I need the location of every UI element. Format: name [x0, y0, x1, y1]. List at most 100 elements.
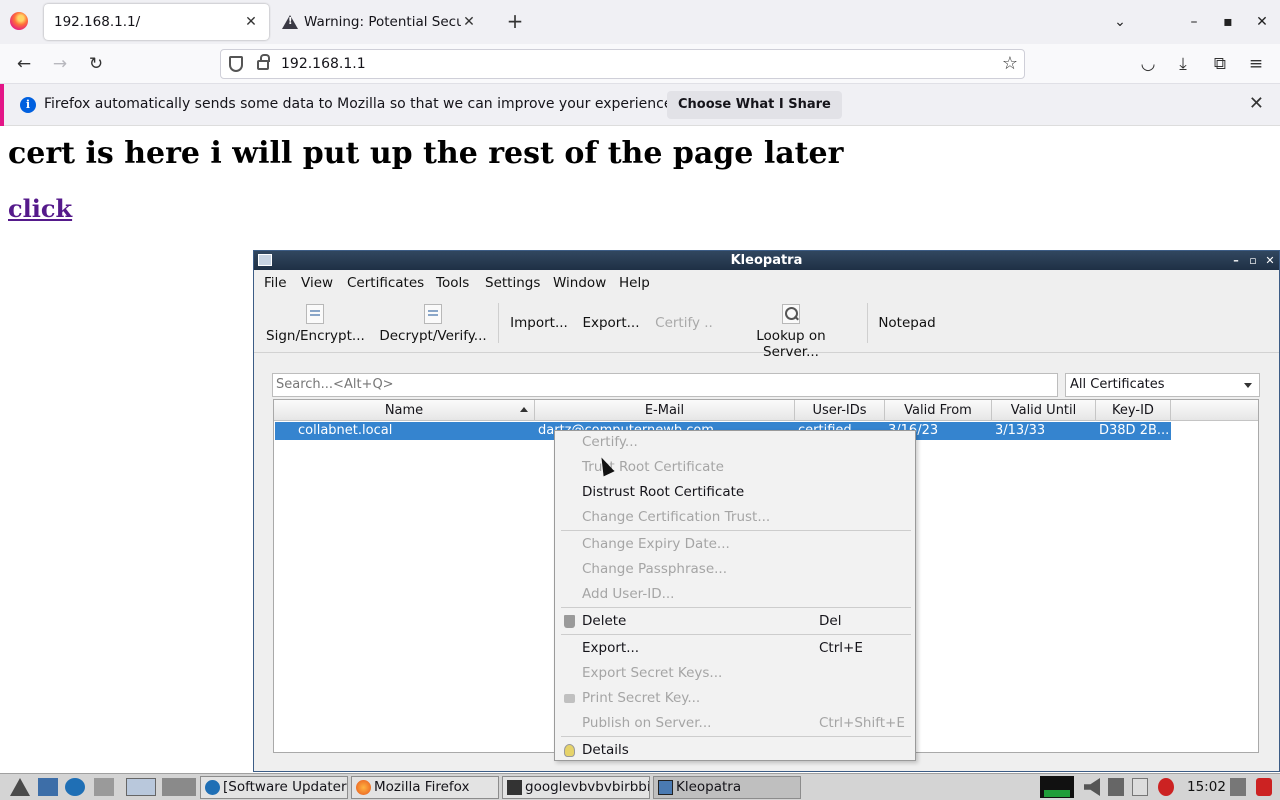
menu-bar: File View Certificates Tools Settings Wi… — [254, 271, 1279, 295]
column-header-key-id[interactable]: Key-ID — [1096, 400, 1171, 421]
menu-item-certify[interactable]: Certify... — [555, 430, 915, 455]
menu-file[interactable]: File — [264, 275, 287, 291]
menu-item-shortcut: Del — [819, 613, 842, 629]
power-icon[interactable] — [1256, 778, 1272, 796]
task-mozilla-firefox[interactable]: Mozilla Firefox — [351, 776, 499, 799]
menu-item-print-secret-key[interactable]: Print Secret Key... — [555, 686, 915, 711]
notification-close-icon[interactable]: ✕ — [1249, 93, 1264, 114]
menu-separator — [561, 736, 911, 737]
tab-192-168-1-1[interactable]: 192.168.1.1/ ✕ — [44, 4, 269, 40]
downloads-icon[interactable]: ⤓ — [1171, 52, 1195, 76]
tab-close-icon[interactable]: ✕ — [243, 14, 259, 30]
workspace-2-icon[interactable] — [162, 778, 196, 796]
notepad-button[interactable]: Notepad — [878, 295, 936, 351]
column-header-email[interactable]: E-Mail — [535, 400, 795, 421]
menu-item-shortcut: Ctrl+Shift+E — [819, 715, 905, 731]
back-button[interactable]: ← — [12, 52, 36, 76]
decrypt-verify-icon — [424, 304, 442, 324]
column-header-name[interactable]: Name — [274, 400, 535, 421]
forward-button[interactable]: → — [48, 52, 72, 76]
maximize-icon[interactable]: ▫ — [1246, 251, 1260, 270]
menu-view[interactable]: View — [301, 275, 333, 291]
tab-security-warning[interactable]: Warning: Potential Security Risk Ahead ✕ — [272, 4, 487, 40]
workspace-1-icon[interactable] — [126, 778, 156, 796]
list-all-tabs-icon[interactable]: ⌄ — [1108, 10, 1132, 34]
column-header-valid-until[interactable]: Valid Until — [992, 400, 1096, 421]
url-bar[interactable]: 192.168.1.1 ☆ — [220, 49, 1025, 79]
menu-certificates[interactable]: Certificates — [347, 275, 424, 291]
file-manager-icon[interactable] — [94, 778, 114, 796]
menu-settings[interactable]: Settings — [485, 275, 540, 291]
menu-help[interactable]: Help — [619, 275, 650, 291]
clipboard-icon[interactable] — [1132, 778, 1148, 796]
menu-item-change-certification-trust[interactable]: Change Certification Trust... — [555, 505, 915, 530]
menu-item-change-passphrase[interactable]: Change Passphrase... — [555, 557, 915, 582]
menu-item-distrust-root-certificate[interactable]: Distrust Root Certificate — [555, 480, 915, 505]
maximize-icon[interactable]: ▪ — [1216, 10, 1240, 34]
menu-window[interactable]: Window — [553, 275, 606, 291]
menu-item-export[interactable]: Export... Ctrl+E — [555, 636, 915, 661]
volume-icon[interactable] — [1084, 778, 1100, 796]
browser-launcher-icon[interactable] — [65, 778, 85, 796]
firefox-icon — [356, 780, 371, 795]
menu-item-change-expiry-date[interactable]: Change Expiry Date... — [555, 532, 915, 557]
lookup-label: Lookup on Server... — [756, 328, 826, 360]
menu-tools[interactable]: Tools — [436, 275, 469, 291]
lightbulb-icon — [564, 744, 575, 757]
column-header-valid-from[interactable]: Valid From — [885, 400, 992, 421]
menu-item-add-user-id[interactable]: Add User-ID... — [555, 582, 915, 607]
software-updater-icon — [205, 780, 220, 795]
close-window-icon[interactable]: ✕ — [1250, 10, 1274, 34]
menu-item-label: Export... — [582, 640, 640, 656]
cell-name: collabnet.local — [298, 423, 393, 438]
choose-what-i-share-button[interactable]: Choose What I Share — [667, 91, 842, 119]
column-label: Name — [384, 403, 424, 418]
certify-button[interactable]: Certify .. — [654, 295, 714, 351]
printer-icon — [564, 694, 575, 703]
task-terminal[interactable]: googlevbvbvbirbbirbbirb — [502, 776, 650, 799]
menu-item-label: Change Expiry Date... — [582, 536, 730, 552]
reload-button[interactable]: ↻ — [84, 52, 108, 76]
app-menu-icon[interactable]: ≡ — [1244, 52, 1268, 76]
minimize-icon[interactable]: – — [1229, 251, 1243, 270]
menu-item-label: Certify... — [582, 434, 638, 450]
kleopatra-title-bar[interactable]: Kleopatra – ▫ ✕ — [254, 251, 1279, 270]
cell-valid-until: 3/13/33 — [995, 423, 1046, 438]
new-tab-button[interactable]: + — [504, 9, 526, 33]
clock[interactable]: 15:02 — [1187, 779, 1226, 795]
update-notifier-icon[interactable] — [1158, 778, 1174, 796]
menu-item-details[interactable]: Details — [555, 738, 915, 763]
network-icon[interactable] — [1108, 778, 1124, 796]
minimize-icon[interactable]: – — [1182, 10, 1206, 34]
tab-close-icon[interactable]: ✕ — [461, 14, 477, 30]
certificate-filter-select[interactable]: All Certificates — [1065, 373, 1260, 397]
menu-item-label: Distrust Root Certificate — [582, 484, 745, 500]
certificate-search-input[interactable]: Search...<Alt+Q> — [272, 373, 1058, 397]
close-icon[interactable]: ✕ — [1263, 251, 1277, 270]
window-menu-icon[interactable] — [258, 254, 272, 266]
lookup-on-server-button[interactable]: Lookup on Server... — [727, 295, 855, 360]
sort-ascending-icon — [520, 407, 528, 412]
decrypt-verify-button[interactable]: Decrypt/Verify... — [379, 295, 487, 351]
user-menu-icon[interactable] — [1230, 778, 1246, 796]
import-button[interactable]: Import... — [510, 295, 568, 351]
column-header-user-ids[interactable]: User-IDs — [795, 400, 885, 421]
tracking-protection-shield-icon[interactable] — [229, 56, 243, 72]
start-menu-icon[interactable] — [10, 778, 30, 796]
menu-separator — [561, 634, 911, 635]
site-security-lock-icon[interactable] — [257, 54, 270, 70]
task-kleopatra[interactable]: Kleopatra — [653, 776, 801, 799]
sign-encrypt-button[interactable]: Sign/Encrypt... — [266, 295, 365, 351]
bookmark-star-icon[interactable]: ☆ — [1002, 53, 1018, 74]
pocket-icon[interactable]: ◡ — [1136, 52, 1160, 76]
page-link-click[interactable]: click — [8, 194, 72, 223]
extensions-icon[interactable]: ⧉ — [1208, 52, 1232, 76]
menu-item-delete[interactable]: Delete Del — [555, 609, 915, 634]
menu-item-export-secret-keys[interactable]: Export Secret Keys... — [555, 661, 915, 686]
cpu-monitor-icon[interactable] — [1040, 776, 1074, 798]
url-text[interactable]: 192.168.1.1 — [281, 56, 366, 72]
desktop-icon[interactable] — [38, 778, 58, 796]
export-button[interactable]: Export... — [582, 295, 640, 351]
menu-item-publish-on-server[interactable]: Publish on Server... Ctrl+Shift+E — [555, 711, 915, 736]
task-software-updater[interactable]: [Software Updater] — [200, 776, 348, 799]
